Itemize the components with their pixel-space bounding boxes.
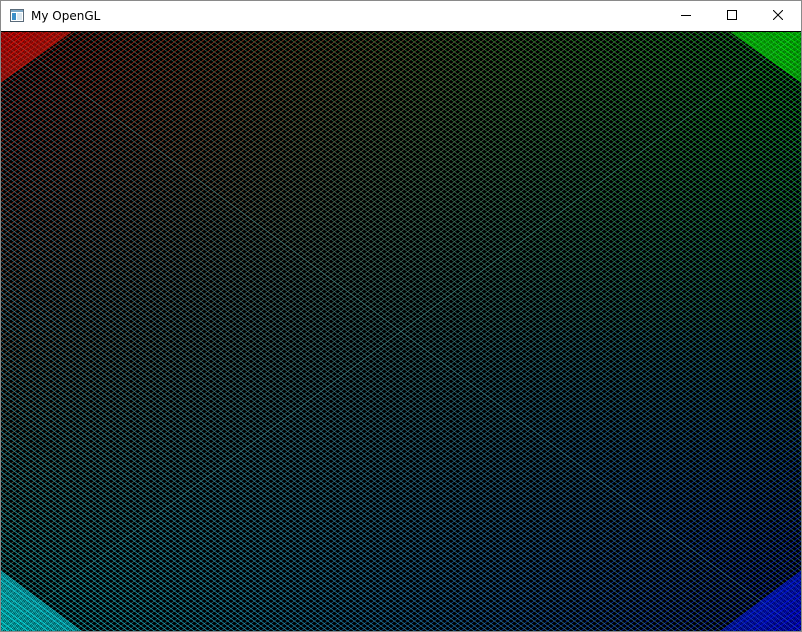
opengl-window: My OpenGL <box>0 0 802 632</box>
window-title: My OpenGL <box>31 9 101 23</box>
gradient-line-mesh <box>1 32 801 631</box>
maximize-icon <box>727 7 737 25</box>
maximize-button[interactable] <box>709 1 755 31</box>
minimize-icon <box>681 7 691 25</box>
title-bar[interactable]: My OpenGL <box>1 1 801 31</box>
close-icon <box>772 7 784 25</box>
minimize-button[interactable] <box>663 1 709 31</box>
close-button[interactable] <box>755 1 801 31</box>
app-window-icon <box>10 9 24 22</box>
opengl-render-area[interactable] <box>1 32 801 631</box>
